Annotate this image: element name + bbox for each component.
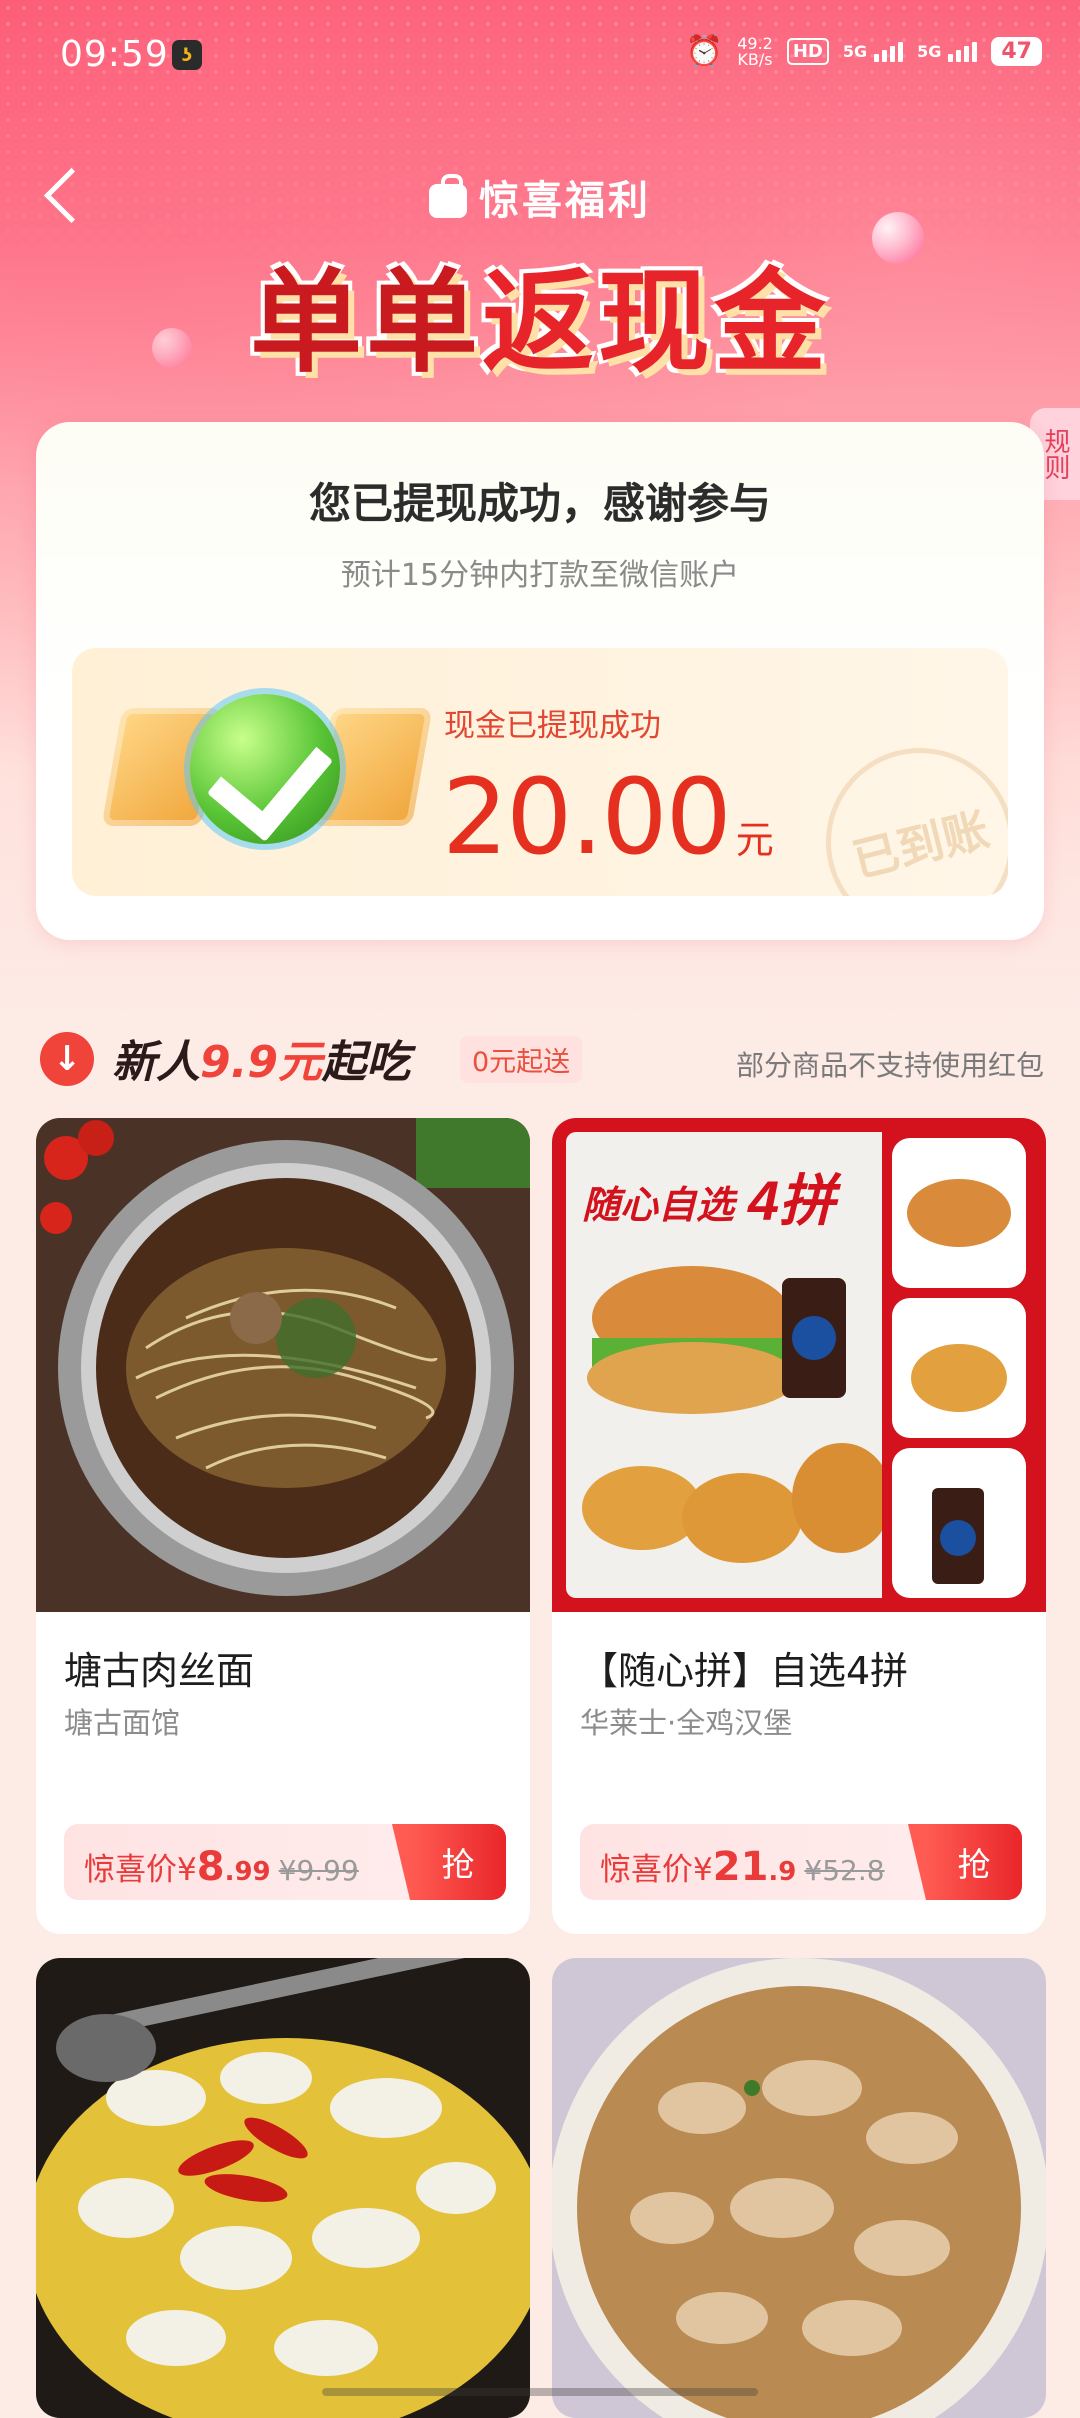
alarm-icon: ⏰ (685, 34, 724, 69)
section-title-prefix: 新人 (112, 1037, 200, 1088)
grab-button[interactable]: 抢 (908, 1824, 1022, 1900)
svg-text:4拼: 4拼 (747, 1169, 842, 1232)
price-bar: 惊喜价¥8.99 ¥9.99 抢 (64, 1824, 506, 1900)
product-name: 【随心拼】自选4拼 (580, 1649, 909, 1693)
price-integer: 21 (712, 1844, 769, 1890)
decor-bubble (152, 328, 192, 368)
product-card[interactable]: 随心自选 4拼 【随心拼】自选4拼 华莱士·全鸡汉堡 惊喜价¥21.9 ¥52.8… (552, 1118, 1046, 1934)
received-stamp: 已到账 (806, 728, 1008, 896)
cash-panel: 现金已提现成功 20.00 元 已到账 (72, 648, 1008, 896)
shop-name: 塘古面馆 (64, 1706, 181, 1740)
signal-2-icon: 5G (917, 41, 978, 62)
meat-soup-image (552, 1958, 1046, 2418)
price-bar: 惊喜价¥21.9 ¥52.8 抢 (580, 1824, 1022, 1900)
product-card[interactable] (552, 1958, 1046, 2418)
status-time: 09:59 (60, 34, 169, 75)
app-notification-icon: ʖ (172, 40, 202, 70)
hd-badge: HD (786, 38, 829, 65)
product-card[interactable] (36, 1958, 530, 2418)
price-text: 惊喜价¥21.9 ¥52.8 (600, 1844, 885, 1890)
section-title-highlight: 9.9元 (200, 1037, 322, 1088)
cash-amount: 20.00 元 (442, 756, 774, 878)
shop-name: 华莱士·全鸡汉堡 (580, 1706, 793, 1740)
price-decimal: .99 (224, 1857, 271, 1887)
price-integer: 8 (196, 1844, 225, 1890)
free-delivery-tag: 0元起送 (460, 1036, 583, 1083)
amount-value: 20.00 (442, 756, 732, 878)
fish-dish-image (36, 1958, 530, 2418)
grab-button[interactable]: 抢 (392, 1824, 506, 1900)
down-arrow-badge-icon: ↓ (40, 1032, 94, 1086)
newcomer-section-header: ↓ 新人9.9元起吃 0元起送 部分商品不支持使用红包 (36, 1026, 1044, 1092)
product-card[interactable]: 塘古肉丝面 塘古面馆 惊喜价¥8.99 ¥9.99 抢 (36, 1118, 530, 1934)
signal-2-label: 5G (917, 41, 942, 61)
decor-bubble (872, 212, 924, 264)
card-title: 您已提现成功，感谢参与 (308, 479, 771, 528)
signal-1-icon: 5G (842, 41, 904, 62)
signal-1-label: 5G (842, 41, 868, 61)
gift-icon (429, 174, 467, 218)
original-price: ¥52.8 (804, 1854, 885, 1887)
product-name: 塘古肉丝面 (64, 1649, 255, 1693)
card-subtitle: 预计15分钟内打款至微信账户 (340, 558, 740, 593)
battery-indicator: 47 (991, 37, 1042, 66)
brand-text: 惊喜福利 (479, 178, 651, 224)
cash-label: 现金已提现成功 (444, 708, 661, 744)
headline-part1: 单单 (250, 258, 482, 388)
noodle-bowl-image (36, 1118, 530, 1612)
headline-banner: 单单返现金 (0, 232, 1080, 394)
price-label: 惊喜价¥ (600, 1852, 713, 1888)
net-speed-unit: KB/s (737, 49, 773, 69)
svg-text:随心自选: 随心自选 (582, 1185, 738, 1227)
status-bar: 09:59 ʖ ⏰ 49.2 KB/s HD 5G 5G 47 (0, 0, 1080, 110)
status-icons: ⏰ 49.2 KB/s HD 5G 5G 47 (686, 34, 1042, 69)
price-text: 惊喜价¥8.99 ¥9.99 (84, 1844, 359, 1890)
burger-combo-image: 随心自选 4拼 (552, 1118, 1046, 1612)
home-indicator[interactable] (322, 2388, 758, 2396)
net-speed: 49.2 KB/s (737, 35, 773, 69)
headline-part2: 返现金 (482, 258, 830, 388)
section-note: 部分商品不支持使用红包 (735, 1049, 1044, 1082)
section-title-suffix: 起吃 (321, 1037, 410, 1088)
success-check-icon (190, 694, 340, 844)
amount-unit: 元 (735, 818, 774, 862)
original-price: ¥9.99 (278, 1854, 359, 1887)
brand-title: 惊喜福利 (0, 168, 1080, 226)
price-decimal: .9 (768, 1857, 797, 1887)
price-label: 惊喜价¥ (84, 1852, 197, 1888)
withdraw-success-card: 您已提现成功，感谢参与 预计15分钟内打款至微信账户 现金已提现成功 20.00… (36, 422, 1044, 940)
section-title: 新人9.9元起吃 (112, 1026, 410, 1090)
